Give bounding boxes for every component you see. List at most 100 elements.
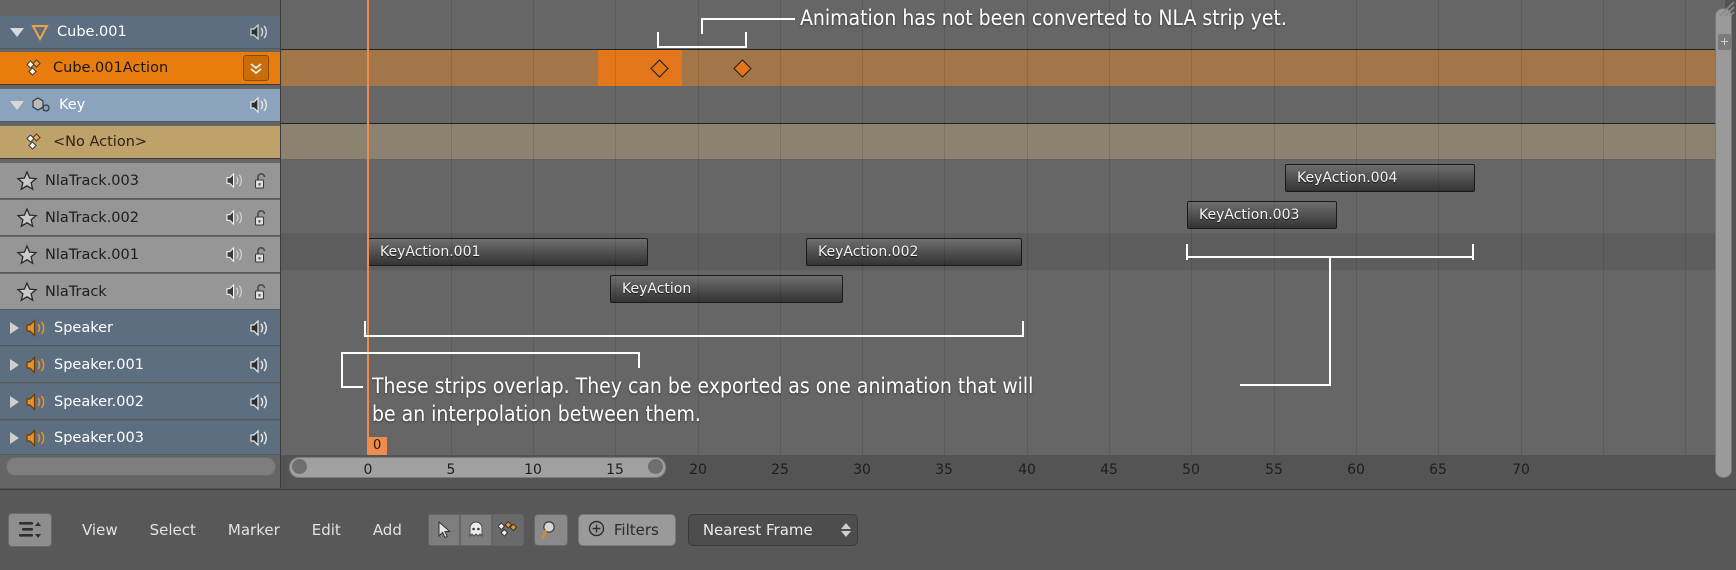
channel-right-icons[interactable] xyxy=(249,89,276,121)
cursor-select-icon[interactable] xyxy=(427,514,460,546)
expand-triangle-icon[interactable] xyxy=(10,321,19,334)
track-row-key[interactable] xyxy=(281,86,1725,124)
mesh-triangle-icon xyxy=(30,22,50,42)
nla-strip[interactable]: KeyAction.003 xyxy=(1187,201,1337,229)
expand-triangle-icon[interactable] xyxy=(10,358,19,371)
channel-row-nlatrack[interactable]: NlaTrack xyxy=(0,274,280,310)
speaker-icon[interactable] xyxy=(225,246,244,263)
channel-row-speaker002[interactable]: Speaker.002 xyxy=(0,384,280,420)
unlock-icon[interactable] xyxy=(254,209,269,227)
channel-row-nlatrack001[interactable]: NlaTrack.001 xyxy=(0,237,280,273)
tool-button-group[interactable] xyxy=(427,514,524,546)
channel-label: NlaTrack xyxy=(45,283,107,300)
channel-row-object-cube001[interactable]: Cube.001 xyxy=(0,16,280,49)
speaker-icon[interactable] xyxy=(225,172,244,189)
expand-triangle-icon[interactable] xyxy=(10,100,24,110)
menu-select[interactable]: Select xyxy=(134,521,212,539)
channel-row-action-cube001action[interactable]: Cube.001Action xyxy=(0,52,280,85)
nla-strip[interactable]: KeyAction.001 xyxy=(368,238,648,266)
vertical-scrollbar[interactable] xyxy=(1715,8,1732,478)
speaker-icon[interactable] xyxy=(249,356,269,374)
unlock-icon[interactable] xyxy=(254,172,269,190)
menu-add[interactable]: Add xyxy=(357,521,418,539)
expand-triangle-icon[interactable] xyxy=(10,431,19,444)
channel-right-icons[interactable] xyxy=(225,237,276,272)
channel-label: <No Action> xyxy=(53,134,148,150)
speaker-icon xyxy=(25,318,47,337)
unlock-icon[interactable] xyxy=(254,283,269,301)
speaker-icon[interactable] xyxy=(249,429,269,447)
channel-right-icons[interactable] xyxy=(225,274,276,309)
plus-handle-icon[interactable]: + xyxy=(1718,34,1731,50)
track-row-nlatrack[interactable]: KeyAction xyxy=(281,270,1725,308)
action-keys-icon xyxy=(26,58,46,78)
playhead-line[interactable] xyxy=(367,0,369,488)
nla-strip[interactable]: KeyAction.002 xyxy=(806,238,1022,266)
channel-panel-scrollbar[interactable] xyxy=(6,457,276,476)
channel-row-no-action[interactable]: <No Action> xyxy=(0,126,280,159)
bottom-toolbar[interactable]: View Select Marker Edit Add Filters Near… xyxy=(0,489,1736,570)
track-row-nlatrack003[interactable]: KeyAction.004 xyxy=(281,159,1725,197)
speaker-icon xyxy=(25,392,47,411)
channel-row-nlatrack003[interactable]: NlaTrack.003 xyxy=(0,163,280,199)
channel-label: NlaTrack.001 xyxy=(45,246,139,263)
channel-right-icons[interactable] xyxy=(249,347,276,382)
nla-strip[interactable]: KeyAction xyxy=(610,275,843,303)
channel-row-key[interactable]: Key xyxy=(0,89,280,122)
ruler-tick-label: 40 xyxy=(1018,462,1036,478)
channel-row-nlatrack002[interactable]: NlaTrack.002 xyxy=(0,200,280,236)
track-row-action[interactable] xyxy=(281,49,1725,88)
chevron-updown-icon[interactable] xyxy=(840,523,851,537)
unlock-icon[interactable] xyxy=(254,246,269,264)
channel-row-speaker[interactable]: Speaker xyxy=(0,310,280,346)
expand-double-icon[interactable] xyxy=(243,55,269,81)
keyframe-sync-icon[interactable] xyxy=(491,514,524,546)
channel-row-speaker003[interactable]: Speaker.003 xyxy=(0,421,280,455)
speaker-icon[interactable] xyxy=(249,319,269,337)
channel-right-icons[interactable] xyxy=(225,163,276,198)
expand-triangle-icon[interactable] xyxy=(10,27,24,37)
menu-marker[interactable]: Marker xyxy=(212,521,296,539)
channel-right-icons[interactable] xyxy=(249,384,276,419)
speaker-icon[interactable] xyxy=(249,393,269,411)
callout-line xyxy=(638,352,640,368)
channel-label: NlaTrack.002 xyxy=(45,209,139,226)
channel-row-speaker001[interactable]: Speaker.001 xyxy=(0,347,280,383)
filters-button[interactable]: Filters xyxy=(577,514,676,546)
expand-triangle-icon[interactable] xyxy=(10,395,19,408)
channel-list[interactable]: Cube.001 Cube.001Action Key <No Action> … xyxy=(0,0,280,488)
track-row-nlatrack002[interactable]: KeyAction.003 xyxy=(281,196,1725,234)
channel-right-icons[interactable] xyxy=(249,16,276,48)
speaker-icon[interactable] xyxy=(225,283,244,300)
speaker-icon[interactable] xyxy=(249,23,269,41)
area-resize-grip[interactable] xyxy=(1718,0,1736,18)
callout-line xyxy=(364,335,1024,337)
speaker-icon[interactable] xyxy=(225,209,244,226)
nla-strip[interactable]: KeyAction.004 xyxy=(1285,164,1475,192)
channel-right-icons[interactable] xyxy=(243,52,276,84)
track-row-nlatrack001[interactable]: KeyAction.001 KeyAction.002 xyxy=(281,233,1725,271)
callout-line xyxy=(657,46,747,48)
star-icon xyxy=(16,206,38,229)
playhead-frame-value[interactable]: 0 xyxy=(367,437,388,455)
ruler-tick-label: 70 xyxy=(1512,462,1530,478)
keyframe-diamond[interactable] xyxy=(733,59,752,78)
scrollbar-left-handle[interactable] xyxy=(292,459,307,474)
scrollbar-right-handle[interactable] xyxy=(648,459,663,474)
track-row-no-action[interactable] xyxy=(281,123,1725,161)
track-row-speaker[interactable] xyxy=(281,307,1725,345)
speaker-icon[interactable] xyxy=(249,96,269,114)
menu-edit[interactable]: Edit xyxy=(296,521,357,539)
menu-view[interactable]: View xyxy=(66,521,134,539)
timeline-ruler[interactable]: 0 5 10 15 20 25 30 35 40 45 50 55 60 65 … xyxy=(281,455,1725,488)
ghost-icon[interactable] xyxy=(459,514,492,546)
channel-right-icons[interactable] xyxy=(249,310,276,345)
callout-line xyxy=(1022,321,1024,337)
editor-type-icon[interactable] xyxy=(8,513,52,547)
callout-line xyxy=(1240,384,1331,386)
callout-line xyxy=(701,18,703,34)
magnifier-icon[interactable] xyxy=(533,514,568,546)
channel-right-icons[interactable] xyxy=(225,200,276,235)
snap-mode-dropdown[interactable]: Nearest Frame xyxy=(687,514,858,546)
channel-right-icons[interactable] xyxy=(249,421,276,454)
